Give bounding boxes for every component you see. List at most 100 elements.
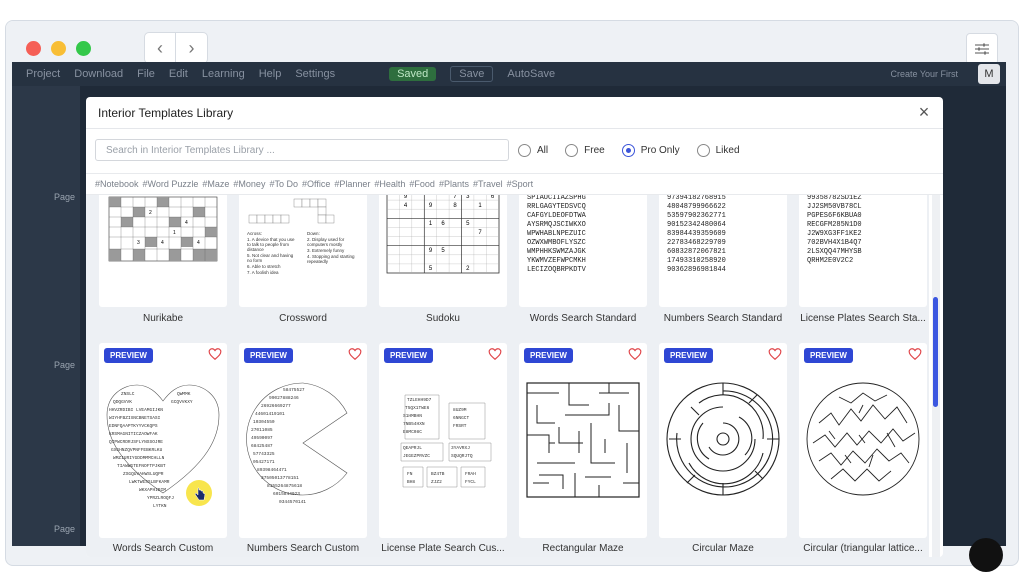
tag-to-do[interactable]: #To Do — [269, 179, 298, 189]
autosave-toggle[interactable]: AutoSave — [507, 68, 555, 80]
svg-text:48048799966622: 48048799966622 — [667, 203, 726, 211]
card-title: Crossword — [279, 313, 327, 324]
svg-text:7. A foolish idea: 7. A foolish idea — [247, 270, 279, 275]
svg-text:FRAH: FRAH — [465, 471, 476, 477]
preview-badge[interactable]: PREVIEW — [804, 348, 853, 363]
filter-all[interactable]: All — [518, 143, 548, 157]
preview-badge[interactable]: PREVIEW — [384, 348, 433, 363]
chat-widget-button[interactable] — [969, 538, 1003, 572]
numbers-search-thumbnail: 9739418276891548048799966622535979023627… — [667, 195, 726, 274]
tag-maze[interactable]: #Maze — [202, 179, 229, 189]
template-card-rectangular-maze[interactable]: PREVIEW — [519, 343, 647, 538]
left-panel — [12, 86, 80, 546]
heart-icon[interactable] — [488, 347, 502, 361]
heart-icon[interactable] — [348, 347, 362, 361]
grid-scrollbar[interactable] — [932, 195, 940, 557]
card-title: Rectangular Maze — [542, 543, 624, 554]
svg-text:90152342480064: 90152342480064 — [667, 221, 726, 229]
license-plate-custom-thumbnail: TZLEHH9D7 T5QX1TWE6 S1HMBHN 8UZ9M 7NB54HXN 6N… — [400, 394, 492, 488]
svg-text:6NNGCT: 6NNGCT — [453, 415, 470, 421]
tag-plants[interactable]: #Plants — [439, 179, 469, 189]
heart-icon[interactable] — [628, 347, 642, 361]
side-page-label: Page — [54, 524, 76, 534]
preview-badge[interactable]: PREVIEW — [524, 348, 573, 363]
menu-edit[interactable]: Edit — [169, 68, 188, 80]
search-input[interactable] — [96, 140, 508, 161]
template-card-circular-triangular-lattice-maze[interactable]: PREVIEW — [799, 343, 927, 538]
svg-text:computers mostly: computers mostly — [307, 242, 343, 247]
maximize-window-button[interactable] — [76, 41, 91, 56]
close-window-button[interactable] — [26, 41, 41, 56]
forward-button[interactable]: › — [176, 33, 207, 63]
svg-text:97394182768915: 97394182768915 — [667, 195, 726, 202]
tag-food[interactable]: #Food — [409, 179, 435, 189]
svg-text:HHVZRDIBI LVEAMGIJKN: HHVZRDIBI LVEAMGIJKN — [109, 407, 163, 413]
save-button[interactable]: Save — [450, 66, 494, 82]
template-card-numbers-search-standard[interactable]: 97394182768915 48048799966622 535979023627… — [659, 195, 787, 307]
card-title: Words Search Standard — [529, 313, 637, 324]
template-card-crossword[interactable]: Across: 1. A device that you use to talk t… — [239, 195, 367, 307]
svg-text:FN: FN — [407, 471, 413, 477]
tag-sport[interactable]: #Sport — [507, 179, 534, 189]
svg-text:49590097: 49590097 — [251, 435, 273, 441]
svg-text:T5QX1TWE6: T5QX1TWE6 — [405, 405, 430, 411]
filter-free[interactable]: Free — [565, 143, 605, 157]
menu-help[interactable]: Help — [259, 68, 282, 80]
tag-word-puzzle[interactable]: #Word Puzzle — [143, 179, 199, 189]
svg-text:QWMMK: QWMMK — [177, 391, 191, 397]
template-card-nurikabe[interactable]: 2 4 1 3 4 4 — [99, 195, 227, 307]
filter-pro-only[interactable]: Pro Only — [621, 143, 680, 157]
heart-icon[interactable] — [908, 347, 922, 361]
saved-badge: Saved — [389, 67, 437, 81]
scrollbar-thumb[interactable] — [933, 297, 938, 407]
svg-text:99027888246: 99027888246 — [269, 395, 299, 401]
radio-pro-only[interactable] — [621, 143, 635, 157]
template-card-sudoku[interactable]: 9736498116579552 — [379, 195, 507, 307]
menu-download[interactable]: Download — [74, 68, 123, 80]
template-grid: 2 4 1 3 4 4 Nurikabe Across: 1. A device that … — [86, 195, 929, 557]
svg-text:22783468229709: 22783468229709 — [667, 239, 726, 247]
tag-office[interactable]: #Office — [302, 179, 330, 189]
svg-text:702BVH4X1B4Q7: 702BVH4X1B4Q7 — [807, 239, 862, 247]
menu-project[interactable]: Project — [26, 68, 60, 80]
settings-button[interactable] — [966, 33, 998, 65]
menu-file[interactable]: File — [137, 68, 155, 80]
filter-liked[interactable]: Liked — [696, 143, 740, 157]
create-hint: Create Your First — [890, 69, 958, 79]
template-card-words-search-custom[interactable]: ZNSLC QWMMK QDQGVVK GCQVVKXY HHVZRDIBI LVEAM… — [99, 343, 227, 538]
tag-money[interactable]: #Money — [233, 179, 265, 189]
svg-text:60832872067821: 60832872067821 — [667, 248, 726, 256]
preview-badge[interactable]: PREVIEW — [244, 348, 293, 363]
preview-badge[interactable]: PREVIEW — [664, 348, 713, 363]
close-icon[interactable]: × — [915, 103, 933, 121]
svg-text:FYCL: FYCL — [465, 479, 476, 485]
menu-learning[interactable]: Learning — [202, 68, 245, 80]
template-card-words-search-standard[interactable]: SPIAUCIIAZSPHG RRLGAGYTEDSVCQ CAFGYLDEOFDT… — [519, 195, 647, 307]
heart-icon[interactable] — [768, 347, 782, 361]
svg-text:ZNSLC: ZNSLC — [121, 391, 135, 397]
svg-text:ZJZ2: ZJZ2 — [431, 479, 442, 485]
svg-text:10304550: 10304550 — [253, 419, 275, 425]
radio-all[interactable] — [518, 143, 531, 157]
template-card-license-plates-search-standard[interactable]: 99358782SD1EZ JJ2SM50VB78CL PGPES6F6KBUA0 R… — [799, 195, 927, 307]
tag-planner[interactable]: #Planner — [334, 179, 370, 189]
radio-liked[interactable] — [696, 143, 710, 157]
svg-text:05427171: 05427171 — [253, 459, 275, 465]
minimize-window-button[interactable] — [51, 41, 66, 56]
svg-text:OZWXWMBOFLYSZC: OZWXWMBOFLYSZC — [527, 239, 586, 247]
menu-settings[interactable]: Settings — [295, 68, 335, 80]
heart-icon[interactable] — [208, 347, 222, 361]
template-card-circular-maze[interactable]: PREVIEW — [659, 343, 787, 538]
filter-group: All Free Pro Only Liked — [518, 143, 757, 157]
modal-title: Interior Templates Library — [98, 106, 234, 120]
avatar[interactable]: M — [978, 64, 1000, 84]
back-button[interactable]: ‹ — [145, 33, 176, 63]
svg-text:68425487: 68425487 — [251, 443, 273, 449]
template-card-numbers-search-custom[interactable]: 58475527 99027888246 26926669277 4460141910… — [239, 343, 367, 538]
tag-health[interactable]: #Health — [374, 179, 405, 189]
tag-travel[interactable]: #Travel — [473, 179, 503, 189]
preview-badge[interactable]: PREVIEW — [104, 348, 153, 363]
template-card-license-plate-search-custom[interactable]: TZLEHH9D7 T5QX1TWE6 S1HMBHN 8UZ9M 7NB54HXN 6N… — [379, 343, 507, 538]
radio-free[interactable] — [565, 143, 579, 157]
tag-notebook[interactable]: #Notebook — [95, 179, 139, 189]
